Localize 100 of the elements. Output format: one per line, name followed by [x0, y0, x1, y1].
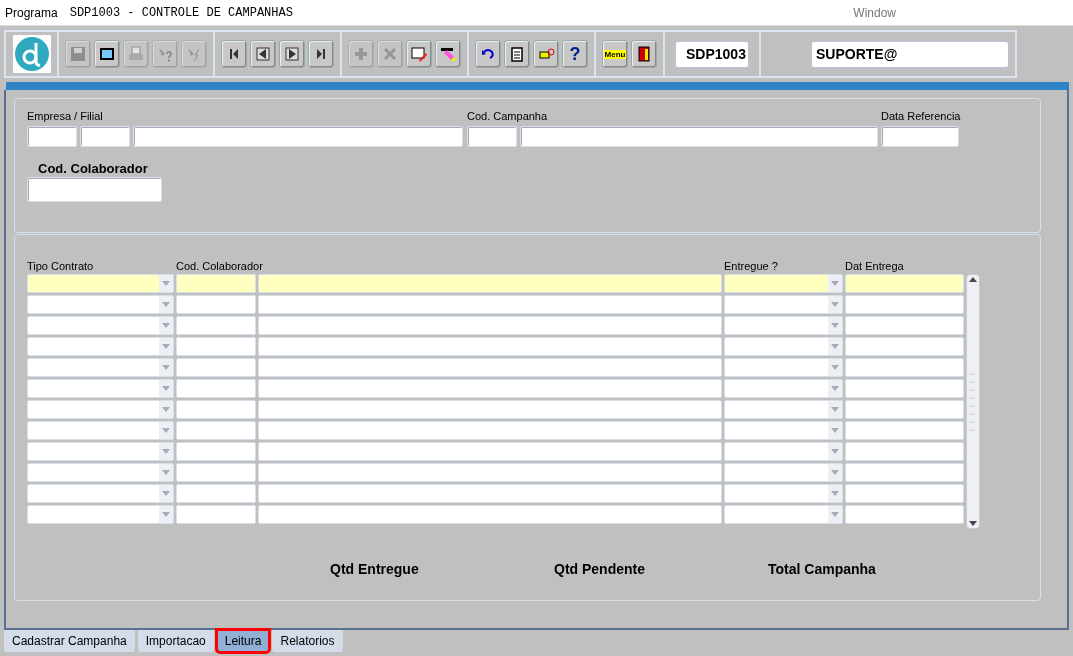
scrollbar[interactable]	[966, 274, 980, 529]
printer-icon	[127, 45, 145, 63]
input-field[interactable]	[258, 421, 722, 440]
input-field[interactable]	[176, 484, 256, 503]
dropdown-field[interactable]	[724, 484, 843, 503]
input-field[interactable]	[258, 463, 722, 482]
window-menu[interactable]: Window	[853, 3, 896, 22]
input-field[interactable]	[467, 126, 517, 147]
dropdown-field[interactable]	[27, 358, 174, 377]
input-field[interactable]	[176, 274, 256, 293]
window-title: SDP1003 - CONTROLE DE CAMPANHAS	[69, 4, 293, 22]
scroll-up-icon[interactable]	[968, 275, 978, 285]
tab[interactable]: Relatorios	[272, 630, 343, 652]
dropdown-arrow-icon	[162, 428, 170, 433]
input-field[interactable]	[845, 316, 964, 335]
dropdown-field[interactable]	[724, 358, 843, 377]
program-menu[interactable]: Programa	[5, 3, 58, 22]
tab[interactable]: Cadastrar Campanha	[4, 630, 135, 652]
dropdown-field[interactable]	[27, 463, 174, 482]
input-field[interactable]	[176, 400, 256, 419]
input-field[interactable]	[845, 463, 964, 482]
toolbar-button[interactable]: Menu	[602, 40, 628, 68]
dropdown-field[interactable]	[724, 463, 843, 482]
exit-door-icon	[635, 45, 653, 63]
input-field[interactable]	[176, 316, 256, 335]
dropdown-field[interactable]	[27, 421, 174, 440]
input-field[interactable]	[845, 274, 964, 293]
dropdown-arrow-icon	[162, 281, 170, 286]
dropdown-arrow-icon	[831, 302, 839, 307]
toolbar-button[interactable]	[475, 40, 501, 68]
toolbar-button[interactable]	[221, 40, 247, 68]
input-field[interactable]	[176, 358, 256, 377]
input-field[interactable]	[258, 400, 722, 419]
dropdown-field[interactable]	[27, 400, 174, 419]
dropdown-arrow-icon	[162, 491, 170, 496]
dropdown-field[interactable]	[724, 316, 843, 335]
input-field[interactable]	[881, 126, 959, 147]
input-field[interactable]	[176, 442, 256, 461]
toolbar-button[interactable]	[435, 40, 461, 68]
scroll-down-icon[interactable]	[968, 518, 978, 528]
input-field[interactable]	[258, 358, 722, 377]
dropdown-field[interactable]	[27, 484, 174, 503]
input-field[interactable]	[258, 505, 722, 524]
input-field[interactable]	[845, 337, 964, 356]
dropdown-field[interactable]	[27, 337, 174, 356]
toolbar-button[interactable]	[504, 40, 530, 68]
toolbar-button[interactable]	[308, 40, 334, 68]
input-field[interactable]	[845, 358, 964, 377]
input-field[interactable]	[258, 379, 722, 398]
input-field[interactable]	[176, 295, 256, 314]
scroll-grip-icon[interactable]	[969, 371, 977, 432]
input-field[interactable]	[258, 337, 722, 356]
dropdown-arrow-icon	[831, 344, 839, 349]
dropdown-field[interactable]	[27, 316, 174, 335]
dropdown-field[interactable]	[27, 295, 174, 314]
input-field[interactable]	[176, 379, 256, 398]
monitor-icon	[98, 45, 116, 63]
input-field[interactable]	[133, 126, 463, 147]
input-field[interactable]	[845, 400, 964, 419]
input-field[interactable]	[176, 421, 256, 440]
input-field[interactable]	[176, 505, 256, 524]
field-label: Cod. Campanha	[467, 109, 549, 123]
input-field[interactable]	[258, 484, 722, 503]
input-field[interactable]	[176, 337, 256, 356]
input-field[interactable]	[27, 177, 162, 202]
dropdown-field[interactable]	[27, 442, 174, 461]
input-field[interactable]	[258, 295, 722, 314]
input-field[interactable]	[845, 421, 964, 440]
tab[interactable]: Leitura	[216, 630, 270, 652]
dropdown-field[interactable]	[724, 337, 843, 356]
input-field[interactable]	[845, 379, 964, 398]
input-field[interactable]	[845, 442, 964, 461]
input-field[interactable]	[27, 126, 77, 147]
dropdown-field[interactable]	[27, 505, 174, 524]
input-field[interactable]	[845, 295, 964, 314]
toolbar-button[interactable]	[94, 40, 120, 68]
dropdown-field[interactable]	[724, 400, 843, 419]
input-field[interactable]	[845, 484, 964, 503]
toolbar-button[interactable]	[279, 40, 305, 68]
toolbar-button[interactable]	[250, 40, 276, 68]
input-field[interactable]	[176, 463, 256, 482]
input-field[interactable]	[258, 274, 722, 293]
input-field[interactable]	[520, 126, 878, 147]
dropdown-field[interactable]	[27, 379, 174, 398]
input-field[interactable]	[80, 126, 130, 147]
tab[interactable]: Importacao	[137, 630, 214, 652]
next-record-icon	[283, 45, 301, 63]
dropdown-field[interactable]	[724, 442, 843, 461]
dropdown-field[interactable]	[27, 274, 174, 293]
dropdown-field[interactable]	[724, 274, 843, 293]
input-field[interactable]	[258, 316, 722, 335]
dropdown-field[interactable]	[724, 379, 843, 398]
input-field[interactable]	[845, 505, 964, 524]
field-label: Data Referencia	[881, 109, 961, 123]
dropdown-field[interactable]	[724, 505, 843, 524]
toolbar-button[interactable]	[631, 40, 657, 68]
dropdown-field[interactable]	[724, 421, 843, 440]
toolbar-button[interactable]: ?	[562, 40, 588, 68]
input-field[interactable]	[258, 442, 722, 461]
dropdown-field[interactable]	[724, 295, 843, 314]
